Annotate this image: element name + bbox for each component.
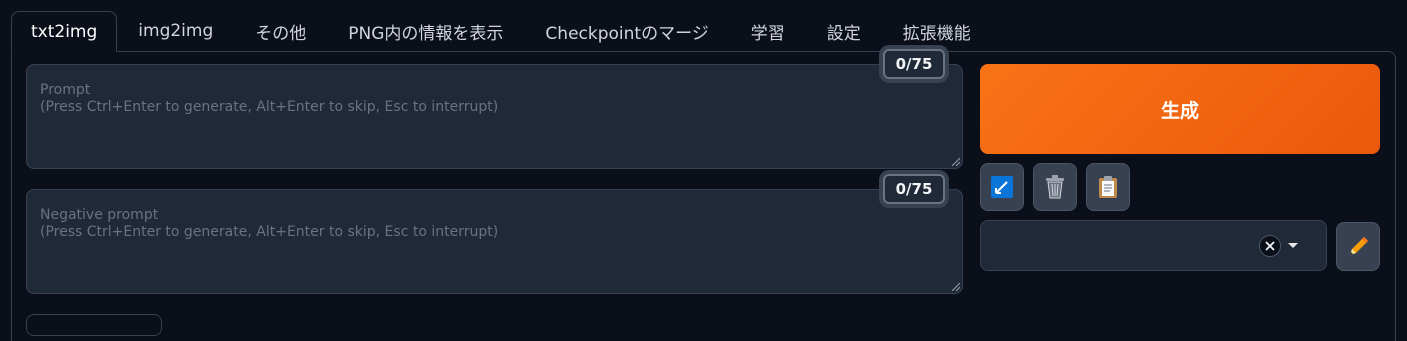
prompt-input[interactable] [27,65,962,168]
edit-styles-button[interactable] [1336,222,1380,271]
negative-prompt-token-counter: 0/75 [883,174,945,204]
tab-img2img[interactable]: img2img [117,11,234,51]
apply-style-button[interactable] [980,163,1024,211]
trash-icon [1046,175,1064,199]
tab-txt2img[interactable]: txt2img [11,11,118,52]
tab-settings[interactable]: 設定 [806,11,882,51]
pencil-icon [1350,236,1368,255]
tab-checkpoint-merger[interactable]: Checkpointのマージ [524,11,729,51]
next-section-box [26,314,162,336]
tab-extensions[interactable]: 拡張機能 [882,11,992,51]
tab-png-info[interactable]: PNG内の情報を表示 [327,11,524,51]
clipboard-icon [1099,176,1117,198]
generate-button[interactable]: 生成 [980,64,1380,154]
prompt-textbox[interactable]: Prompt (Press Ctrl+Enter to generate, Al… [26,64,963,169]
check-mark-icon [991,176,1013,198]
paste-button[interactable] [1086,163,1130,211]
styles-dropdown[interactable] [980,220,1327,271]
tab-extras[interactable]: その他 [234,11,327,51]
resize-grip-icon[interactable] [952,158,960,166]
chevron-down-icon[interactable] [1288,243,1298,248]
negative-prompt-input[interactable] [27,190,962,293]
tab-train[interactable]: 学習 [730,11,806,51]
negative-prompt-textbox[interactable]: Negative prompt (Press Ctrl+Enter to gen… [26,189,963,294]
prompt-token-counter: 0/75 [883,49,945,79]
resize-grip-icon[interactable] [952,283,960,291]
tab-bar: txt2img img2img その他 PNG内の情報を表示 Checkpoin… [11,11,992,52]
clear-prompt-button[interactable] [1033,163,1077,211]
clear-selection-icon[interactable] [1259,235,1281,257]
